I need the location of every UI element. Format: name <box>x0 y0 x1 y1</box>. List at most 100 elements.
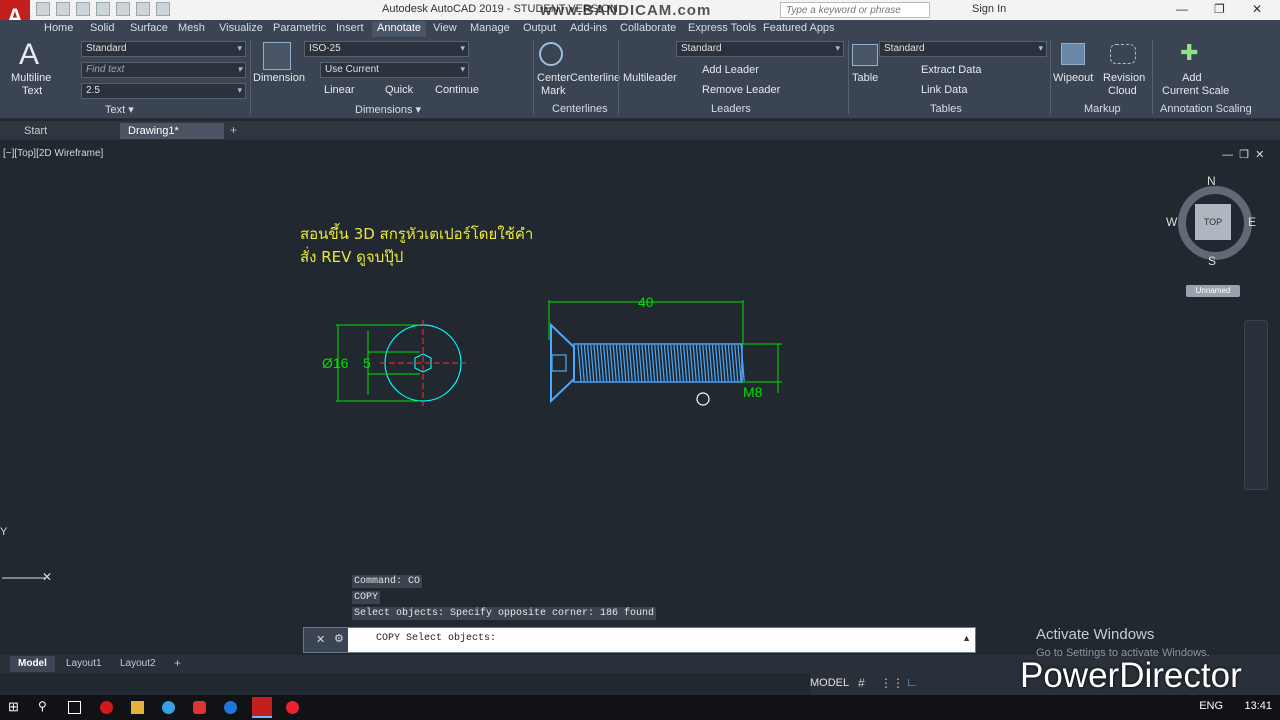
thread-line <box>622 344 627 382</box>
thread-line <box>699 344 704 382</box>
windows-start-icon[interactable]: ⊞ <box>8 699 21 714</box>
thread-line <box>727 344 732 382</box>
browser-icon[interactable] <box>162 701 175 714</box>
thread-line <box>673 344 678 382</box>
close-icon[interactable]: ✕ <box>316 633 325 646</box>
thread-line <box>647 344 652 382</box>
chevron-up-icon[interactable]: ▲ <box>962 633 971 643</box>
command-history: Command: CO COPY Select objects: Specify… <box>352 575 657 623</box>
thread-line <box>628 344 633 382</box>
viewcube-top-face[interactable]: TOP <box>1195 204 1231 240</box>
thread-line <box>711 344 716 382</box>
history-line: Command: CO <box>352 575 423 588</box>
model-space-toggle[interactable]: MODEL <box>810 677 849 689</box>
viewcube[interactable]: TOP N S E W <box>1166 174 1256 268</box>
file-explorer-icon[interactable] <box>131 701 144 714</box>
edge-icon[interactable] <box>224 701 237 714</box>
search-icon[interactable]: ⚲ <box>38 699 51 713</box>
dim-m8-text: M8 <box>743 384 763 400</box>
powerdirector-watermark: PowerDirector <box>1020 656 1242 695</box>
command-line[interactable]: ✕ ⚙ COPY Select objects: ▲ <box>303 627 976 653</box>
grid-icon[interactable]: # <box>858 676 865 690</box>
activate-windows-notice: Activate Windows Go to Settings to activ… <box>1036 626 1210 659</box>
dim-5-text: 5 <box>363 355 371 371</box>
thread-line <box>609 344 614 382</box>
thread-line <box>593 344 598 382</box>
tab-layout1[interactable]: Layout1 <box>58 656 110 672</box>
thread-line <box>679 344 684 382</box>
tab-layout2[interactable]: Layout2 <box>112 656 164 672</box>
thread-line <box>625 344 630 382</box>
windows-taskbar: ⊞ ⚲ ENG 13:41 <box>0 695 1280 720</box>
app-icon[interactable] <box>193 701 206 714</box>
thread-line <box>692 344 697 382</box>
thread-line <box>583 344 588 382</box>
thread-line <box>635 344 640 382</box>
thread-line <box>596 344 601 382</box>
thread-line <box>683 344 688 382</box>
dim-diameter-text: Ø16 <box>322 355 349 371</box>
pan-cursor <box>696 392 710 406</box>
thread-line <box>638 344 643 382</box>
command-line-tools: ✕ ⚙ <box>304 628 348 652</box>
thread-line <box>724 344 729 382</box>
autocad-taskbar-icon[interactable] <box>252 697 272 718</box>
thread-line <box>695 344 700 382</box>
thread-line <box>663 344 668 382</box>
thread-line <box>631 344 636 382</box>
screw-head-circle <box>384 324 462 402</box>
thread-line <box>708 344 713 382</box>
thread-line <box>705 344 710 382</box>
ucs-y-label: Y <box>0 526 8 538</box>
compass-e[interactable]: E <box>1248 215 1256 229</box>
thread-line <box>689 344 694 382</box>
thread-line <box>702 344 707 382</box>
ortho-icon[interactable]: ∟ <box>906 675 918 689</box>
compass-w[interactable]: W <box>1166 215 1177 229</box>
compass-n[interactable]: N <box>1207 174 1216 188</box>
language-indicator[interactable]: ENG <box>1199 700 1223 712</box>
thread-line <box>731 344 736 382</box>
ucs-menu[interactable]: Unnamed <box>1186 285 1240 297</box>
thread-line <box>686 344 691 382</box>
thread-line <box>644 344 649 382</box>
thread-line <box>660 344 665 382</box>
snap-icon[interactable]: ⋮⋮ <box>880 676 904 690</box>
thread-line <box>619 344 624 382</box>
activate-title: Activate Windows <box>1036 626 1155 643</box>
thread-line <box>737 344 742 382</box>
ucs-x-mark: ✕ <box>42 570 52 584</box>
thread-line <box>721 344 726 382</box>
command-input[interactable]: COPY Select objects: <box>376 633 496 644</box>
wrench-icon[interactable]: ⚙ <box>334 632 344 645</box>
navigation-bar[interactable] <box>1244 320 1268 490</box>
thread-line <box>599 344 604 382</box>
add-layout-icon[interactable]: + <box>174 656 181 670</box>
thread-line <box>641 344 646 382</box>
compass-s[interactable]: S <box>1208 254 1216 268</box>
dim-40-text: 40 <box>638 294 654 310</box>
screw-side-view <box>550 322 745 404</box>
task-view-icon[interactable] <box>68 701 81 714</box>
system-tray: ENG 13:41 <box>1199 700 1272 712</box>
tab-model[interactable]: Model <box>10 656 55 672</box>
thread-line <box>651 344 656 382</box>
thread-line <box>670 344 675 382</box>
thread-line <box>577 344 582 382</box>
thread-line <box>580 344 585 382</box>
thread-line <box>676 344 681 382</box>
thread-line <box>590 344 595 382</box>
history-line: COPY <box>352 591 381 604</box>
recorder-icon[interactable] <box>286 701 299 714</box>
thread-line <box>606 344 611 382</box>
thread-line <box>715 344 720 382</box>
history-line: Select objects: Specify opposite corner:… <box>352 607 657 620</box>
thread-line <box>603 344 608 382</box>
thread-line <box>612 344 617 382</box>
thread-line <box>657 344 662 382</box>
thread-line <box>667 344 672 382</box>
clock[interactable]: 13:41 <box>1244 700 1272 712</box>
opera-icon[interactable] <box>100 701 113 714</box>
thread-line <box>587 344 592 382</box>
thread-line <box>718 344 723 382</box>
